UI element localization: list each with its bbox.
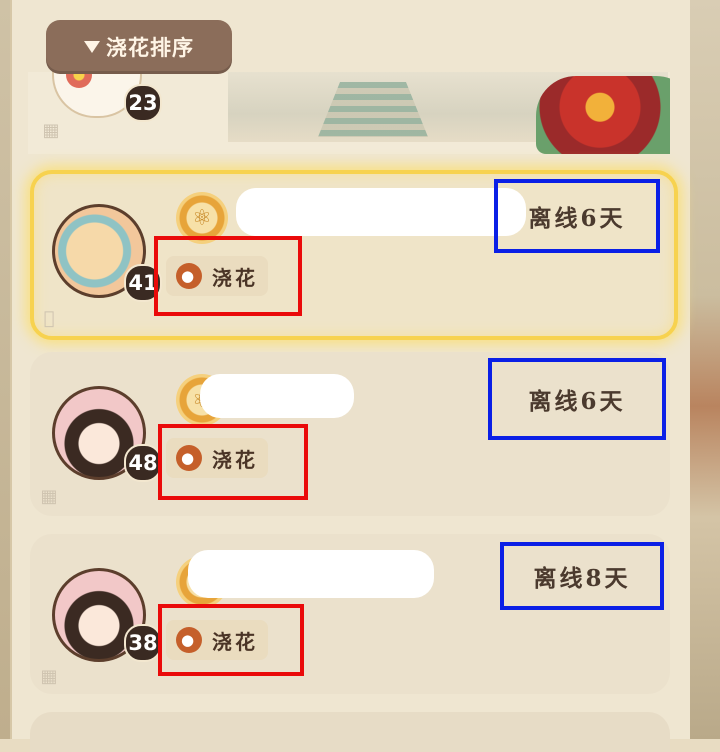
name-redacted xyxy=(236,188,526,236)
sort-label: 浇花排序 xyxy=(106,36,194,60)
apple-icon:  xyxy=(38,308,60,330)
level-badge: 48 xyxy=(124,444,162,482)
triangle-down-icon xyxy=(84,41,100,53)
level-badge: 38 xyxy=(124,624,162,662)
level-badge: 23 xyxy=(124,84,162,122)
android-icon: ▦ xyxy=(40,666,58,687)
right-backdrop xyxy=(686,0,720,739)
offline-status: 离线6天 xyxy=(488,358,666,440)
annotation-red-box xyxy=(154,236,302,316)
android-icon: ▦ xyxy=(40,486,58,507)
friend-card-partial[interactable] xyxy=(30,712,670,752)
left-backdrop xyxy=(0,0,10,739)
offline-status: 离线6天 xyxy=(494,179,660,253)
annotation-red-box xyxy=(158,604,304,676)
watering-sort-button[interactable]: 浇花排序 xyxy=(46,20,232,74)
android-icon: ▦ xyxy=(42,120,60,141)
offline-status: 离线8天 xyxy=(500,542,664,610)
lion-dance-decoration xyxy=(536,76,670,154)
name-redacted xyxy=(188,550,434,598)
name-redacted xyxy=(200,374,354,418)
annotation-red-box xyxy=(158,424,308,500)
